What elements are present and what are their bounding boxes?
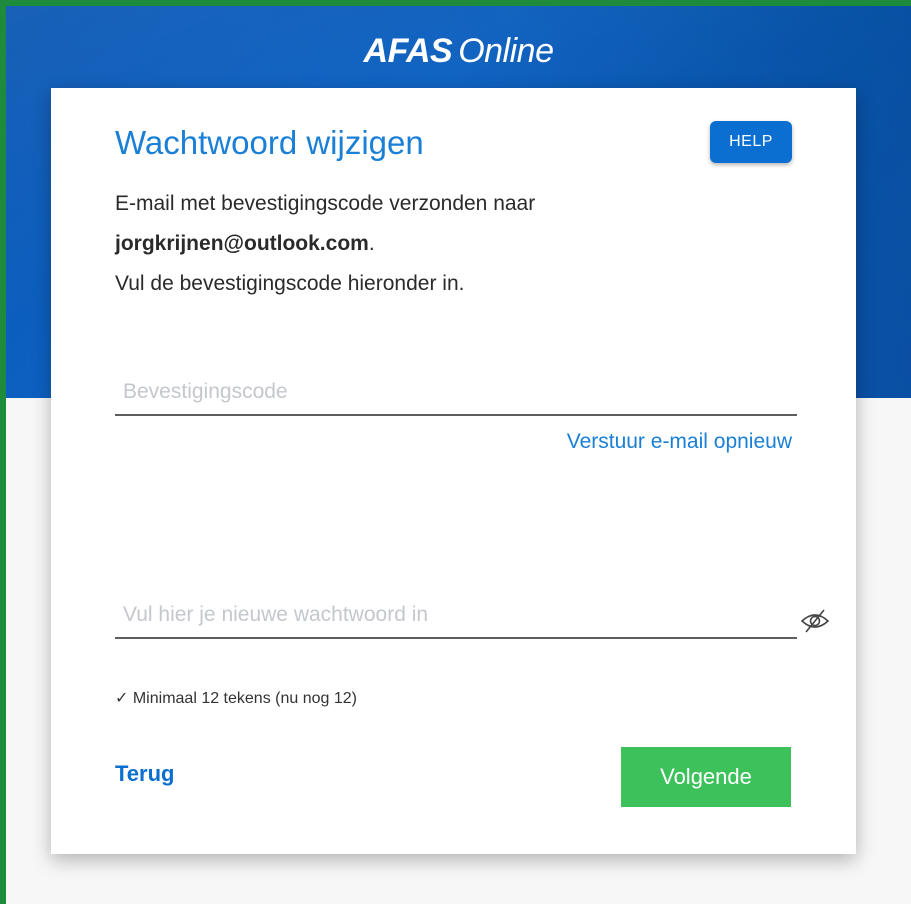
confirmation-code-input[interactable] bbox=[115, 370, 797, 414]
email-suffix: . bbox=[368, 232, 375, 255]
confirmation-message: E-mail met bevestigingscode verzonden na… bbox=[115, 184, 535, 304]
page-title: Wachtwoord wijzigen bbox=[115, 124, 424, 161]
message-line-1: E-mail met bevestigingscode verzonden na… bbox=[115, 192, 536, 215]
password-requirement: ✓ Minimaal 12 tekens (nu nog 12) bbox=[115, 690, 357, 707]
back-link[interactable]: Terug bbox=[115, 761, 174, 787]
new-password-field bbox=[115, 593, 797, 639]
new-password-input[interactable] bbox=[115, 593, 797, 637]
confirmation-code-field bbox=[115, 370, 797, 416]
message-line-3: Vul de bevestigingscode hieronder in. bbox=[115, 272, 465, 295]
page-frame: AFAS Online Wachtwoord wijzigen HELP E-ma… bbox=[6, 6, 911, 904]
resend-email-link[interactable]: Verstuur e-mail opnieuw bbox=[567, 430, 792, 454]
change-password-card: Wachtwoord wijzigen HELP E-mail met beve… bbox=[51, 88, 856, 854]
next-button[interactable]: Volgende bbox=[621, 747, 791, 807]
eye-slash-icon[interactable] bbox=[799, 605, 831, 635]
email-address: jorgkrijnen@outlook.com bbox=[115, 232, 369, 255]
logo-part-afas: AFAS bbox=[363, 32, 453, 70]
logo-part-online: Online bbox=[458, 32, 554, 70]
help-button[interactable]: HELP bbox=[710, 121, 792, 163]
afas-online-logo: AFAS Online bbox=[6, 32, 911, 71]
message-line-2: jorgkrijnen@outlook.com. bbox=[115, 224, 535, 264]
